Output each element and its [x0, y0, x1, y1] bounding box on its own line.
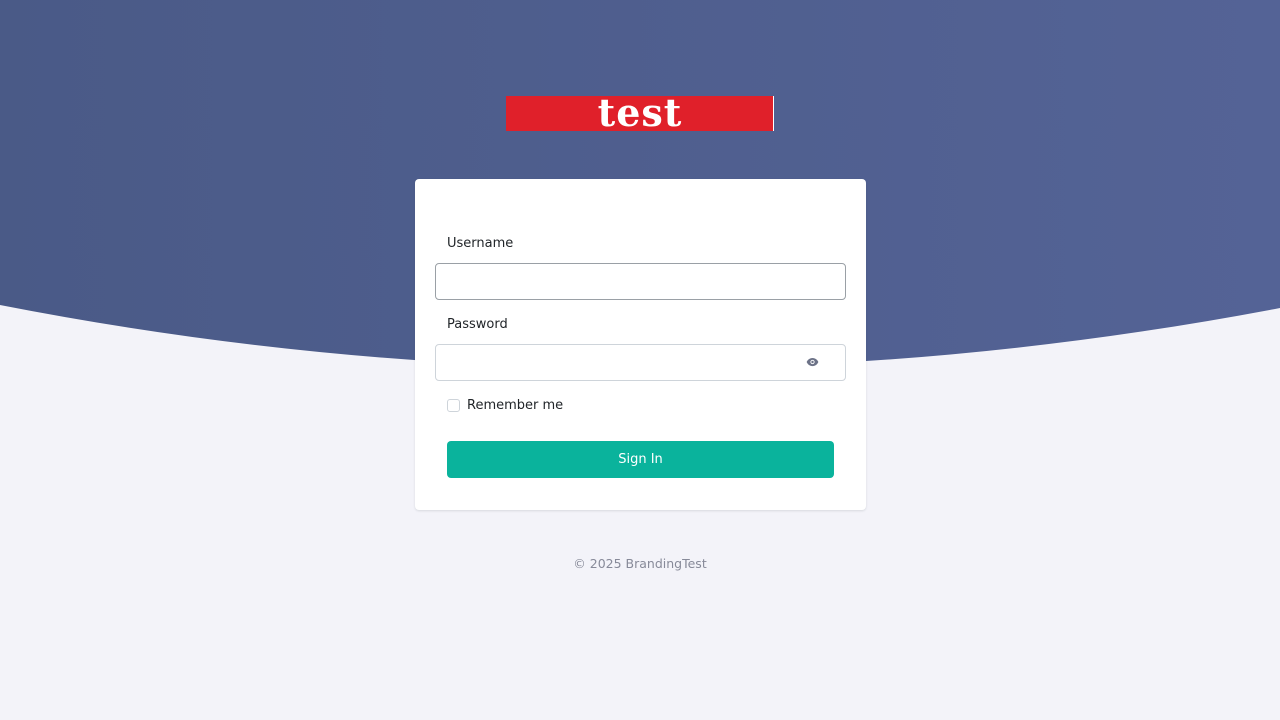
- username-label: Username: [447, 236, 514, 251]
- remember-me-label: Remember me: [467, 398, 564, 413]
- sign-in-button[interactable]: Sign In: [447, 441, 834, 478]
- toggle-password-visibility-button[interactable]: [800, 353, 824, 371]
- copyright-footer: © 2025 BrandingTest: [573, 556, 707, 571]
- remember-me-option[interactable]: Remember me: [447, 398, 563, 413]
- password-input[interactable]: [435, 344, 846, 381]
- svg-text:test: test: [598, 96, 683, 131]
- remember-me-checkbox[interactable]: [447, 399, 460, 412]
- login-page: test Username Password Remember me Sign …: [0, 0, 1280, 720]
- password-label: Password: [447, 317, 508, 332]
- brand-logo: test: [506, 96, 774, 131]
- login-card: Username Password Remember me Sign In: [415, 179, 866, 510]
- eye-icon: [806, 357, 818, 367]
- username-input[interactable]: [435, 263, 846, 300]
